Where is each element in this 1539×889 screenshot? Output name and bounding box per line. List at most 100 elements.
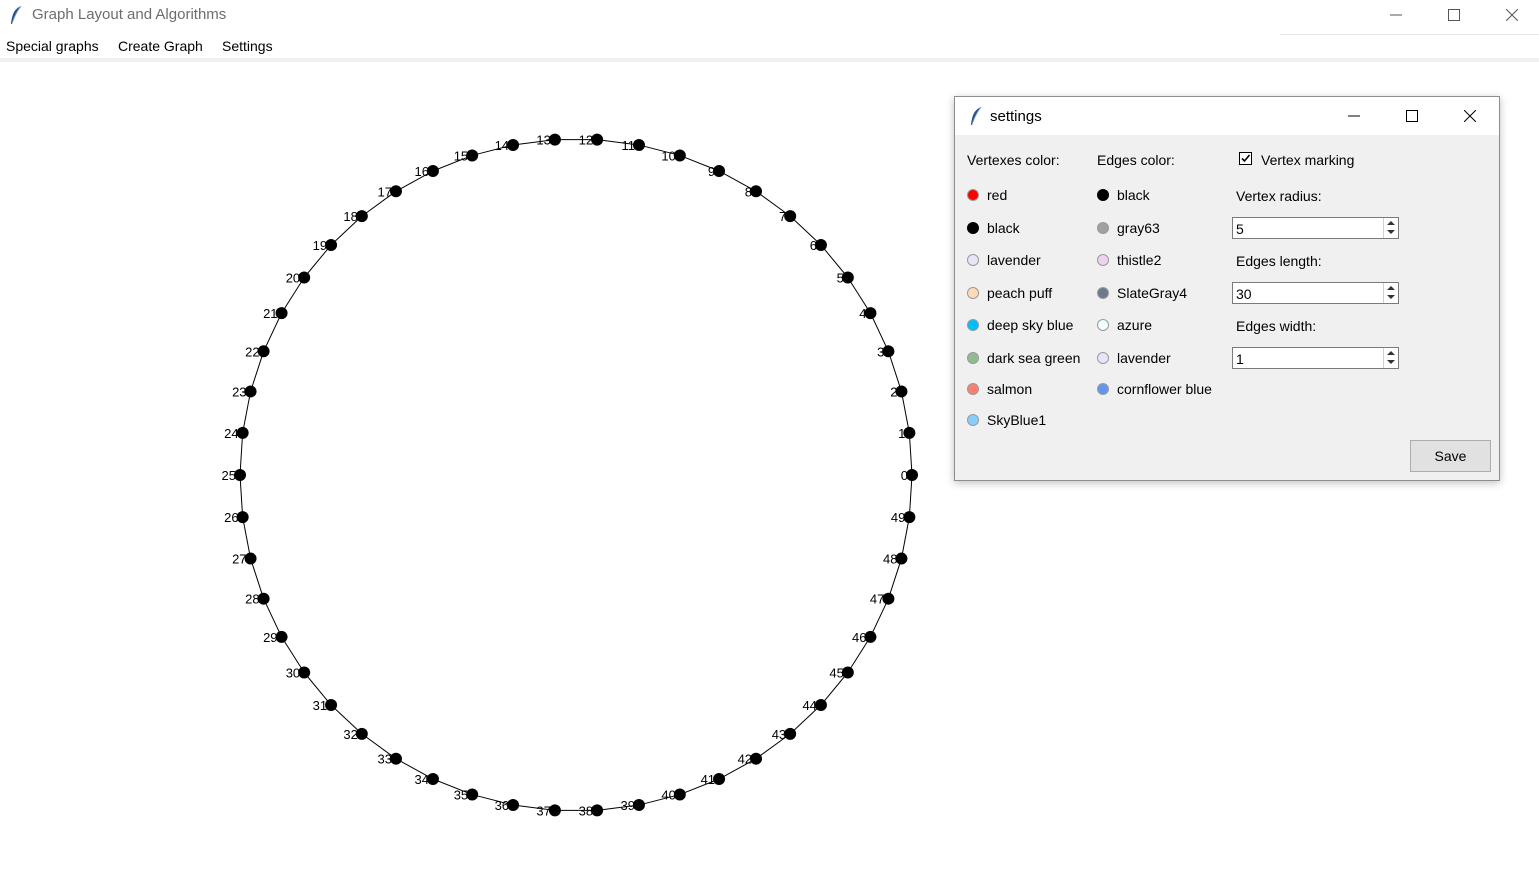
radio-icon[interactable]: [967, 352, 979, 364]
vertex-color-option[interactable]: red: [967, 185, 1007, 205]
vertex-label: 11: [621, 138, 635, 153]
vertex-label: 1: [898, 426, 905, 441]
radio-icon[interactable]: [1097, 189, 1109, 201]
radio-icon[interactable]: [967, 319, 979, 331]
vertex-label: 6: [810, 238, 817, 253]
vertex-color-option-label: dark sea green: [987, 350, 1081, 366]
vertex-label: 28: [245, 592, 259, 607]
vertex-color-option-label: deep sky blue: [987, 317, 1074, 333]
vertex-label: 23: [232, 384, 246, 399]
spin-up-icon[interactable]: [1387, 286, 1395, 290]
edge-color-option-label: gray63: [1117, 220, 1160, 236]
edges-length-spin-arrows[interactable]: [1383, 283, 1398, 303]
vertex-label: 18: [343, 209, 357, 224]
edge-color-option[interactable]: gray63: [1097, 218, 1160, 238]
graph-edge: [908, 474, 913, 518]
radio-icon[interactable]: [967, 287, 979, 299]
edge-color-option[interactable]: cornflower blue: [1097, 379, 1212, 399]
vertex-color-option-label: SkyBlue1: [987, 412, 1047, 428]
vertex-color-option[interactable]: deep sky blue: [967, 315, 1073, 335]
vertex-label: 24: [224, 426, 238, 441]
maximize-icon: [1448, 9, 1460, 21]
vertex-label: 9: [708, 164, 715, 179]
vertex-radius-value[interactable]: 5: [1236, 221, 1244, 237]
radio-icon[interactable]: [1097, 319, 1109, 331]
vertex-label: 49: [891, 510, 905, 525]
minimize-button[interactable]: [1367, 0, 1425, 30]
edge-color-option[interactable]: azure: [1097, 315, 1152, 335]
vertex-label: 3: [877, 344, 884, 359]
vertex-label: 48: [883, 552, 897, 567]
vertex-marking-label: Vertex marking: [1261, 152, 1355, 168]
menu-settings[interactable]: Settings: [222, 38, 273, 54]
vertex-label: 17: [377, 184, 391, 199]
maximize-button[interactable]: [1425, 0, 1483, 30]
vertex-label: 40: [661, 788, 675, 803]
vertex-label: 0: [901, 468, 908, 483]
vertex-color-option[interactable]: SkyBlue1: [967, 410, 1046, 430]
radio-icon[interactable]: [967, 383, 979, 395]
vertex-label: 33: [377, 752, 391, 767]
vertex-label: 36: [495, 798, 509, 813]
menu-create-graph[interactable]: Create Graph: [118, 38, 203, 54]
vertex-label: 26: [224, 510, 238, 525]
vertex-label: 15: [454, 148, 468, 163]
settings-maximize-button[interactable]: [1383, 101, 1441, 131]
radio-icon[interactable]: [967, 254, 979, 266]
vertex-color-option[interactable]: lavender: [967, 250, 1041, 270]
edge-color-option[interactable]: lavender: [1097, 348, 1171, 368]
vertex-color-option[interactable]: salmon: [967, 379, 1032, 399]
settings-minimize-button[interactable]: [1325, 101, 1383, 131]
vertex-label: 46: [852, 630, 866, 645]
vertex-color-option[interactable]: dark sea green: [967, 348, 1080, 368]
spin-up-icon[interactable]: [1387, 221, 1395, 225]
maximize-icon: [1406, 110, 1418, 122]
vertex-label: 14: [495, 138, 509, 153]
spin-down-icon[interactable]: [1387, 230, 1395, 234]
vertex-label: 44: [802, 698, 816, 713]
vertex-radius-spinbox[interactable]: 5: [1232, 217, 1399, 239]
radio-icon[interactable]: [1097, 254, 1109, 266]
radio-icon[interactable]: [967, 189, 979, 201]
vertex-color-label: Vertexes color:: [967, 152, 1060, 168]
edges-width-value[interactable]: 1: [1236, 351, 1244, 367]
edges-width-spinbox[interactable]: 1: [1232, 347, 1399, 369]
edge-color-option[interactable]: thistle2: [1097, 250, 1161, 270]
radio-icon[interactable]: [967, 222, 979, 234]
spin-up-icon[interactable]: [1387, 351, 1395, 355]
vertex-label: 29: [263, 630, 277, 645]
vertex-radius-label: Vertex radius:: [1236, 188, 1322, 204]
edge-color-option-label: black: [1117, 187, 1150, 203]
edge-color-option[interactable]: black: [1097, 185, 1150, 205]
edges-width-spin-arrows[interactable]: [1383, 348, 1398, 368]
radio-icon[interactable]: [967, 414, 979, 426]
vertex-label: 45: [829, 665, 843, 680]
spin-down-icon[interactable]: [1387, 295, 1395, 299]
main-titlebar: Graph Layout and Algorithms: [0, 0, 1539, 30]
radio-icon[interactable]: [1097, 287, 1109, 299]
vertex-color-option-label: salmon: [987, 381, 1033, 397]
save-button[interactable]: Save: [1410, 440, 1491, 472]
radio-icon[interactable]: [1097, 222, 1109, 234]
vertex-color-option[interactable]: black: [967, 218, 1020, 238]
edge-color-option-label: thistle2: [1117, 252, 1162, 268]
menu-special-graphs[interactable]: Special graphs: [6, 38, 99, 54]
vertex-color-option-label: lavender: [987, 252, 1041, 268]
settings-close-button[interactable]: [1441, 101, 1499, 131]
edges-length-spinbox[interactable]: 30: [1232, 282, 1399, 304]
close-button[interactable]: [1483, 0, 1539, 30]
edges-length-value[interactable]: 30: [1236, 286, 1252, 302]
vertex-label: 25: [222, 468, 236, 483]
vertex-label: 2: [890, 384, 897, 399]
radio-icon[interactable]: [1097, 383, 1109, 395]
vertex-marking-checkbox[interactable]: [1239, 152, 1252, 165]
edge-color-option[interactable]: SlateGray4: [1097, 283, 1187, 303]
spin-down-icon[interactable]: [1387, 360, 1395, 364]
minimize-icon: [1390, 14, 1402, 16]
close-icon: [1464, 110, 1476, 122]
vertex-label: 4: [859, 306, 866, 321]
radio-icon[interactable]: [1097, 352, 1109, 364]
vertex-color-option[interactable]: peach puff: [967, 283, 1052, 303]
vertex-radius-spin-arrows[interactable]: [1383, 218, 1398, 238]
edges-length-label: Edges length:: [1236, 253, 1322, 269]
